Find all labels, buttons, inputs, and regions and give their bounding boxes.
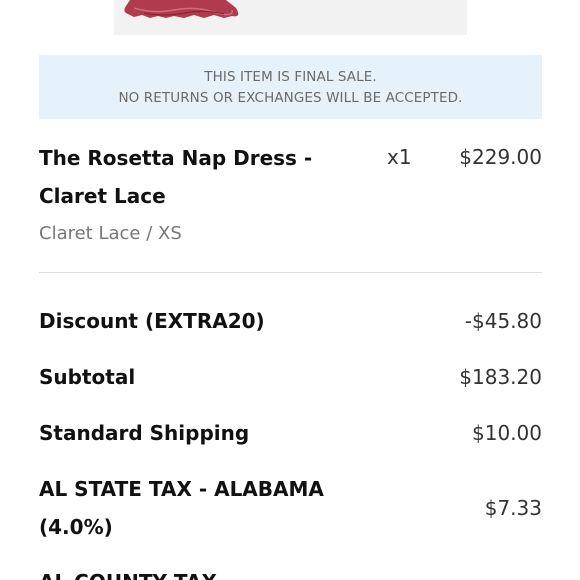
item-name-line2: Claret Lace [39,184,166,208]
item-variant: Claret Lace / XS [39,223,182,244]
item-name-line1: The Rosetta Nap Dress - [39,146,313,170]
subtotal-value: $183.20 [459,365,542,389]
notice-line-no-returns: NO RETURNS OR EXCHANGES WILL BE ACCEPTED… [118,90,463,106]
item-name: The Rosetta Nap Dress - Claret Lace [39,139,329,215]
shipping-label: Standard Shipping [39,421,250,445]
state-tax-value: $7.33 [484,496,542,520]
state-tax-label-line2: (4.0%) [39,515,113,539]
discount-label: Discount (EXTRA20) [39,309,265,333]
order-summary-page: THIS ITEM IS FINAL SALE. NO RETURNS OR E… [0,0,580,580]
item-price: $229.00 [459,145,542,169]
notice-line-final-sale: THIS ITEM IS FINAL SALE. [204,69,377,85]
county-tax-label: AL COUNTY TAX [39,563,339,580]
state-tax-label-line1: AL STATE TAX - ALABAMA [39,477,324,501]
discount-value: -$45.80 [464,309,542,333]
divider [39,272,542,273]
shipping-value: $10.00 [472,421,542,445]
state-tax-label: AL STATE TAX - ALABAMA (4.0%) [39,470,339,546]
final-sale-notice: THIS ITEM IS FINAL SALE. NO RETURNS OR E… [39,55,542,119]
item-quantity: x1 [387,145,412,169]
dress-hem-image [124,0,239,18]
subtotal-label: Subtotal [39,365,136,389]
